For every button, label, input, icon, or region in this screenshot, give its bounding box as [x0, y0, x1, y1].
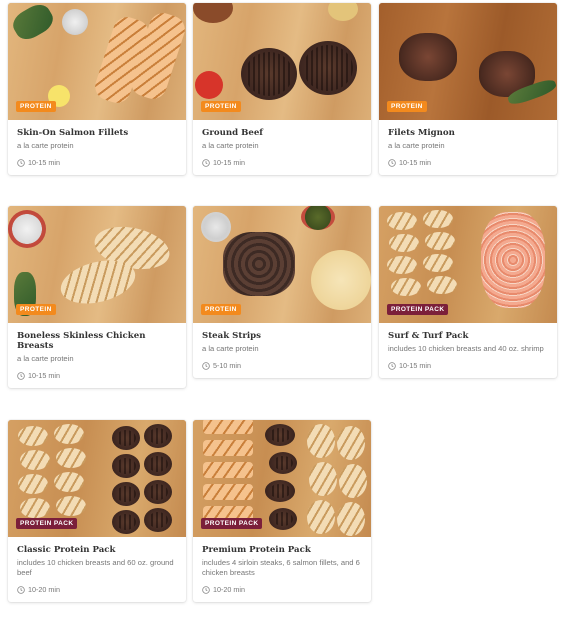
badge: PROTEIN: [387, 101, 427, 112]
product-card-filets-mignon[interactable]: PROTEIN Filets Mignon a la carte protein…: [379, 3, 557, 175]
product-title[interactable]: Skin-On Salmon Fillets: [17, 128, 177, 138]
product-title[interactable]: Classic Protein Pack: [17, 545, 177, 555]
cook-time-label: 10-15 min: [399, 158, 431, 167]
clock-icon: [388, 361, 396, 370]
product-card-ground-beef[interactable]: PROTEIN Ground Beef a la carte protein 1…: [193, 3, 371, 175]
product-subtitle: a la carte protein: [17, 354, 74, 363]
product-card-chicken-breasts[interactable]: PROTEIN Boneless Skinless Chicken Breast…: [8, 206, 186, 388]
clock-icon: [202, 158, 210, 167]
product-card-premium-protein-pack[interactable]: PROTEIN PACK Premium Protein Pack includ…: [193, 420, 371, 602]
cook-time: 10-15 min: [17, 371, 177, 380]
cook-time-label: 10-20 min: [213, 585, 245, 594]
badge: PROTEIN: [16, 304, 56, 315]
badge: PROTEIN: [201, 101, 241, 112]
cook-time: 10-15 min: [388, 361, 548, 370]
product-subtitle: a la carte protein: [388, 141, 445, 150]
product-image[interactable]: PROTEIN: [193, 3, 371, 120]
cook-time: 10-20 min: [17, 585, 177, 594]
product-title[interactable]: Steak Strips: [202, 331, 362, 341]
product-subtitle: includes 10 chicken breasts and 60 oz. g…: [17, 558, 174, 577]
cook-time: 10-15 min: [202, 158, 362, 167]
product-subtitle: a la carte protein: [202, 344, 259, 353]
product-subtitle: includes 4 sirloin steaks, 6 salmon fill…: [202, 558, 360, 577]
product-card-surf-turf-pack[interactable]: PROTEIN PACK Surf & Turf Pack includes 1…: [379, 206, 557, 378]
cook-time-label: 5-10 min: [213, 361, 241, 370]
badge: PROTEIN PACK: [16, 518, 78, 529]
cook-time-label: 10-20 min: [28, 585, 60, 594]
product-image[interactable]: PROTEIN PACK: [379, 206, 557, 323]
badge: PROTEIN PACK: [201, 518, 263, 529]
product-image[interactable]: PROTEIN: [8, 206, 186, 323]
cook-time-label: 10-15 min: [28, 158, 60, 167]
product-image[interactable]: PROTEIN PACK: [193, 420, 371, 537]
cook-time: 10-15 min: [388, 158, 548, 167]
product-image[interactable]: PROTEIN: [8, 3, 186, 120]
clock-icon: [202, 361, 210, 370]
badge: PROTEIN PACK: [387, 304, 449, 315]
badge: PROTEIN: [201, 304, 241, 315]
clock-icon: [17, 371, 25, 380]
product-image[interactable]: PROTEIN: [379, 3, 557, 120]
product-title[interactable]: Boneless Skinless Chicken Breasts: [17, 331, 177, 351]
product-subtitle: a la carte protein: [202, 141, 259, 150]
product-title[interactable]: Filets Mignon: [388, 128, 548, 138]
clock-icon: [388, 158, 396, 167]
product-image[interactable]: PROTEIN: [193, 206, 371, 323]
product-image[interactable]: PROTEIN PACK: [8, 420, 186, 537]
cook-time-label: 10-15 min: [399, 361, 431, 370]
cook-time: 10-15 min: [17, 158, 177, 167]
product-title[interactable]: Premium Protein Pack: [202, 545, 362, 555]
cook-time-label: 10-15 min: [28, 371, 60, 380]
clock-icon: [17, 158, 25, 167]
product-title[interactable]: Surf & Turf Pack: [388, 331, 548, 341]
product-subtitle: a la carte protein: [17, 141, 74, 150]
product-title[interactable]: Ground Beef: [202, 128, 362, 138]
clock-icon: [17, 585, 25, 594]
cook-time: 5-10 min: [202, 361, 362, 370]
product-subtitle: includes 10 chicken breasts and 40 oz. s…: [388, 344, 544, 353]
badge: PROTEIN: [16, 101, 56, 112]
product-card-salmon[interactable]: PROTEIN Skin-On Salmon Fillets a la cart…: [8, 3, 186, 175]
cook-time: 10-20 min: [202, 585, 362, 594]
cook-time-label: 10-15 min: [213, 158, 245, 167]
clock-icon: [202, 585, 210, 594]
product-card-classic-protein-pack[interactable]: PROTEIN PACK Classic Protein Pack includ…: [8, 420, 186, 602]
product-card-steak-strips[interactable]: PROTEIN Steak Strips a la carte protein …: [193, 206, 371, 378]
